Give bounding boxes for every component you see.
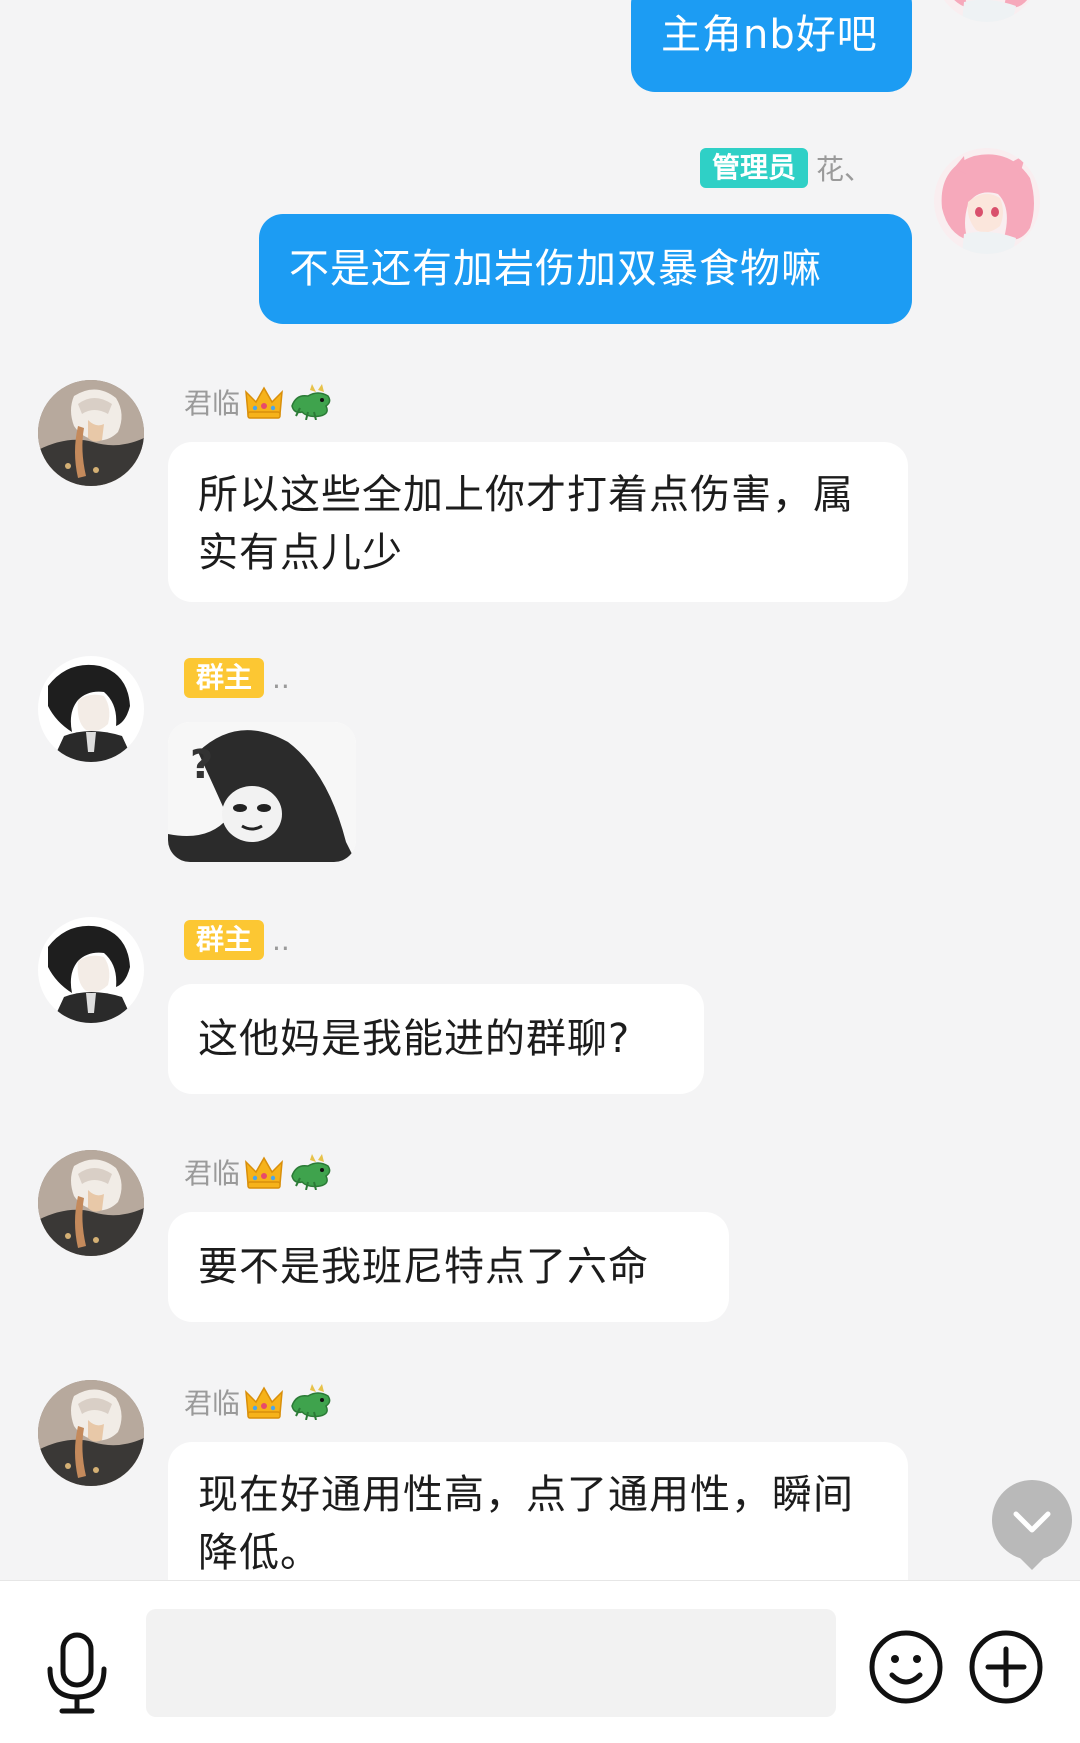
message-bubble-left[interactable]: 现在好通用性高，点了通用性，瞬间降低。: [168, 1442, 908, 1580]
avatar-hua-partial[interactable]: [934, 0, 1040, 22]
sender-label: 君临: [184, 1152, 332, 1192]
svg-text:?: ?: [190, 742, 213, 788]
admin-badge: 管理员: [700, 148, 809, 188]
message-text: 所以这些全加上你才打着点伤害，属实有点儿少: [198, 472, 854, 576]
message-bubble-left[interactable]: 所以这些全加上你才打着点伤害，属实有点儿少: [168, 442, 908, 602]
sender-name[interactable]: ..: [272, 924, 290, 957]
dragon-icon: [288, 384, 332, 420]
sender-label: 管理员 花、: [700, 148, 872, 188]
message-bubble-right[interactable]: 主角nb好吧: [631, 0, 912, 92]
sender-name[interactable]: 君临: [184, 1382, 240, 1422]
sticker-image[interactable]: ?: [168, 722, 356, 862]
scroll-to-bottom-button[interactable]: [980, 1474, 1080, 1578]
crown-icon: [244, 384, 284, 420]
message-bubble-right[interactable]: 不是还有加岩伤加双暴食物嘛: [259, 214, 912, 324]
avatar-owner[interactable]: [38, 917, 144, 1023]
message-bubble-left[interactable]: 要不是我班尼特点了六命: [168, 1212, 729, 1322]
sender-label: 群主 ..: [184, 658, 290, 698]
message-text: 不是还有加岩伤加双暴食物嘛: [289, 246, 822, 292]
message-text: 要不是我班尼特点了六命: [198, 1244, 649, 1290]
crown-icon: [244, 1384, 284, 1420]
sender-label: 君临: [184, 382, 332, 422]
input-bar: [0, 1580, 1080, 1743]
smiley-face-icon[interactable]: [868, 1629, 944, 1705]
sender-label: 君临: [184, 1382, 332, 1422]
dragon-icon: [288, 1154, 332, 1190]
avatar-junlin[interactable]: [38, 380, 144, 486]
message-text: 这他妈是我能进的群聊?: [198, 1016, 631, 1062]
panda-meme-sticker: ?: [168, 722, 356, 862]
sender-name[interactable]: 花、: [816, 148, 872, 188]
dragon-icon: [288, 1384, 332, 1420]
sender-label: 群主 ..: [184, 920, 290, 960]
plus-circle-icon[interactable]: [968, 1629, 1044, 1705]
owner-badge: 群主: [184, 658, 265, 698]
sender-name[interactable]: 君临: [184, 382, 240, 422]
avatar-junlin[interactable]: [38, 1380, 144, 1486]
chevron-down-icon: [992, 1480, 1072, 1570]
message-text: 现在好通用性高，点了通用性，瞬间降低。: [198, 1472, 854, 1576]
chat-screen: 主角nb好吧 管理员 花、 不是还有加岩伤加双暴食物嘛 君临 所以这些全加上你才…: [0, 0, 1080, 1743]
avatar-hua[interactable]: [934, 148, 1040, 254]
message-bubble-left[interactable]: 这他妈是我能进的群聊?: [168, 984, 704, 1094]
message-input[interactable]: [146, 1609, 836, 1717]
microphone-icon[interactable]: [44, 1631, 110, 1715]
owner-badge: 群主: [184, 920, 265, 960]
sender-name[interactable]: ..: [272, 662, 290, 695]
message-list[interactable]: 主角nb好吧 管理员 花、 不是还有加岩伤加双暴食物嘛 君临 所以这些全加上你才…: [0, 0, 1080, 1580]
sender-name[interactable]: 君临: [184, 1152, 240, 1192]
crown-icon: [244, 1154, 284, 1190]
avatar-junlin[interactable]: [38, 1150, 144, 1256]
message-text: 主角nb好吧: [661, 12, 878, 58]
avatar-owner[interactable]: [38, 656, 144, 762]
